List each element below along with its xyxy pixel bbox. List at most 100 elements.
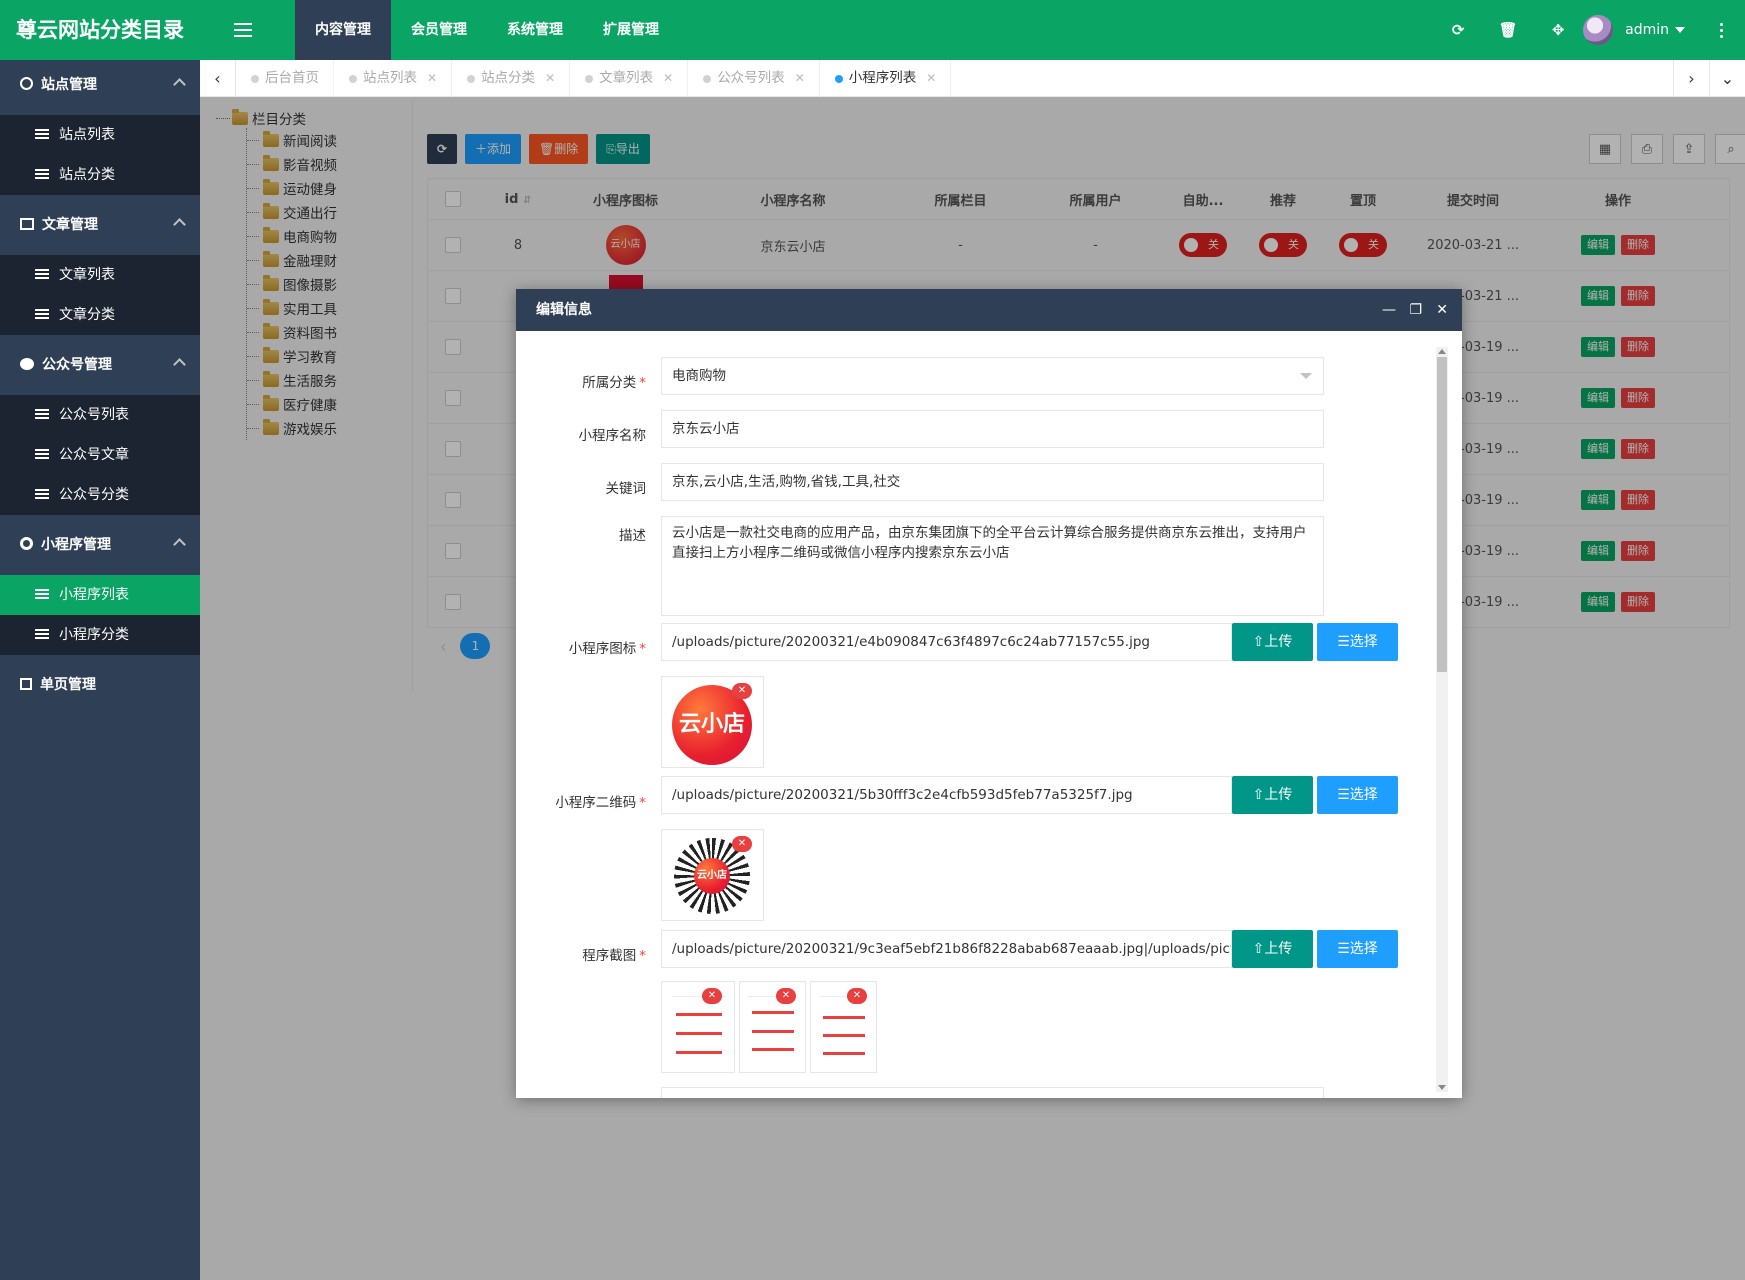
tab-label: 小程序列表 [848, 70, 917, 86]
scroll-up-icon[interactable] [1438, 349, 1446, 354]
sidebar-item-label: 小程序分类 [59, 627, 129, 643]
tab-article-list[interactable]: 文章列表 ✕ [570, 60, 689, 97]
sidebar-item-miniapp-category[interactable]: 小程序分类 [0, 615, 200, 655]
upload-label: 上传 [1264, 634, 1293, 650]
close-icon[interactable]: ✕ [663, 60, 673, 97]
upload-label: 上传 [1264, 787, 1293, 803]
tab-label: 后台首页 [265, 70, 319, 86]
qrcode-path-input[interactable]: /uploads/picture/20200321/5b30fff3c2e4cf… [661, 776, 1232, 814]
list-icon [35, 129, 49, 139]
tab-wechat-list[interactable]: 公众号列表 ✕ [688, 60, 820, 97]
sidebar-item-article-category[interactable]: 文章分类 [0, 295, 200, 335]
tab-home[interactable]: 后台首页 [236, 60, 334, 97]
pick-label: 选择 [1349, 941, 1378, 957]
sidebar-group-label: 文章管理 [42, 217, 98, 233]
more-vertical-icon[interactable] [1711, 0, 1731, 60]
tab-dot [585, 74, 594, 83]
remove-image-icon[interactable]: ✕ [732, 683, 752, 699]
sidebar-item-wechat-list[interactable]: 公众号列表 [0, 395, 200, 435]
chevron-down-icon[interactable]: ⌄ [1709, 60, 1745, 97]
minimize-icon[interactable]: — [1382, 289, 1396, 331]
remove-image-icon[interactable]: ✕ [776, 988, 796, 1004]
screens-label: 程序截图 * [516, 944, 646, 964]
remove-image-icon[interactable]: ✕ [732, 836, 752, 852]
icon-pick-button[interactable]: ☰选择 [1317, 623, 1398, 661]
screenshot-thumbnail: ✕ [661, 981, 735, 1073]
remove-image-icon[interactable]: ✕ [847, 988, 867, 1004]
modal-scrollbar[interactable] [1436, 347, 1448, 1092]
icon-upload-button[interactable]: ⇧上传 [1232, 623, 1313, 661]
tab-site-category[interactable]: 站点分类 ✕ [452, 60, 571, 97]
sidebar-item-miniapp-list[interactable]: 小程序列表 [0, 575, 200, 615]
sidebar-item-label: 文章分类 [59, 307, 115, 323]
label-text: 所属分类 [582, 375, 637, 391]
refresh-icon[interactable]: ⟳ [1433, 0, 1483, 60]
sidebar-sub-miniapp: 小程序列表 小程序分类 [0, 575, 200, 655]
close-icon[interactable]: ✕ [926, 60, 936, 97]
sidebar-item-label: 文章列表 [59, 267, 115, 283]
menu-toggle-icon[interactable] [232, 19, 254, 41]
sidebar-item-wechat-category[interactable]: 公众号分类 [0, 475, 200, 515]
sidebar-group-label: 小程序管理 [41, 537, 111, 553]
list-icon [35, 449, 49, 459]
tab-miniapp-list[interactable]: 小程序列表 ✕ [820, 60, 952, 97]
name-input[interactable]: 京东云小店 [661, 410, 1324, 448]
list-icon [35, 409, 49, 419]
sidebar-group-miniapp[interactable]: 小程序管理 [0, 520, 200, 570]
avatar[interactable] [1583, 15, 1614, 45]
sidebar-group-site[interactable]: 站点管理 [0, 60, 200, 110]
fullscreen-icon[interactable]: ✥ [1533, 0, 1583, 60]
top-nav-system[interactable]: 系统管理 [487, 0, 583, 60]
sidebar-group-label: 站点管理 [41, 77, 97, 93]
sidebar-group-article[interactable]: 文章管理 [0, 200, 200, 250]
sidebar-group-wechat[interactable]: 公众号管理 [0, 340, 200, 390]
chevron-right-icon[interactable]: › [1673, 60, 1709, 97]
screens-pick-button[interactable]: ☰选择 [1317, 930, 1398, 968]
chevron-left-icon[interactable]: ‹ [200, 60, 236, 97]
screenshot-thumbnail: ✕ [810, 981, 877, 1073]
globe-icon [20, 77, 33, 90]
icon-label: 小程序图标 * [516, 637, 646, 657]
close-icon[interactable]: ✕ [1436, 289, 1448, 331]
qrcode-thumbnail: 云小店 ✕ [661, 829, 764, 921]
sidebar-item-wechat-article[interactable]: 公众号文章 [0, 435, 200, 475]
sidebar-item-site-list[interactable]: 站点列表 [0, 115, 200, 155]
top-nav-member[interactable]: 会员管理 [391, 0, 487, 60]
chevron-down-icon[interactable] [1675, 27, 1685, 33]
close-icon[interactable]: ✕ [795, 60, 805, 97]
keywords-input[interactable]: 京东,云小店,生活,购物,省钱,工具,社交 [661, 463, 1324, 501]
qrcode-upload-button[interactable]: ⇧上传 [1232, 776, 1313, 814]
top-nav-extend[interactable]: 扩展管理 [583, 0, 679, 60]
header-actions: ⟳ 🗑 ✥ admin [1433, 0, 1745, 60]
sidebar-item-article-list[interactable]: 文章列表 [0, 255, 200, 295]
label-text: 小程序图标 [568, 641, 637, 657]
scroll-thumb[interactable] [1437, 357, 1447, 672]
screens-path-input[interactable]: /uploads/picture/20200321/9c3eaf5ebf21b8… [661, 930, 1232, 968]
maximize-icon[interactable]: ❐ [1409, 289, 1422, 331]
sidebar-sub-site: 站点列表 站点分类 [0, 115, 200, 195]
list-icon [35, 169, 49, 179]
sidebar-item-label: 小程序列表 [59, 587, 129, 603]
sidebar-group-label: 公众号管理 [42, 357, 112, 373]
close-icon[interactable]: ✕ [427, 60, 437, 97]
sidebar-group-page[interactable]: 单页管理 [0, 660, 200, 710]
chevron-down-icon[interactable] [1300, 373, 1312, 379]
sidebar-item-site-category[interactable]: 站点分类 [0, 155, 200, 195]
desc-textarea[interactable]: 云小店是一款社交电商的应用产品，由京东集团旗下的全平台云计算综合服务提供商京东云… [661, 516, 1324, 616]
close-icon[interactable]: ✕ [545, 60, 555, 97]
top-nav-content[interactable]: 内容管理 [295, 0, 391, 60]
chevron-up-icon [173, 538, 186, 551]
remove-image-icon[interactable]: ✕ [702, 988, 722, 1004]
next-field-input[interactable] [661, 1087, 1324, 1098]
upload-label: 上传 [1264, 941, 1293, 957]
user-name[interactable]: admin [1625, 22, 1669, 38]
screens-upload-button[interactable]: ⇧上传 [1232, 930, 1313, 968]
category-select[interactable]: 电商购物 [661, 357, 1324, 395]
scroll-down-icon[interactable] [1438, 1085, 1446, 1090]
qrcode-pick-button[interactable]: ☰选择 [1317, 776, 1398, 814]
label-text: 程序截图 [582, 948, 637, 964]
tab-site-list[interactable]: 站点列表 ✕ [334, 60, 453, 97]
icon-path-input[interactable]: /uploads/picture/20200321/e4b090847c63f4… [661, 623, 1232, 661]
list-icon [35, 269, 49, 279]
trash-icon[interactable]: 🗑 [1483, 0, 1533, 60]
